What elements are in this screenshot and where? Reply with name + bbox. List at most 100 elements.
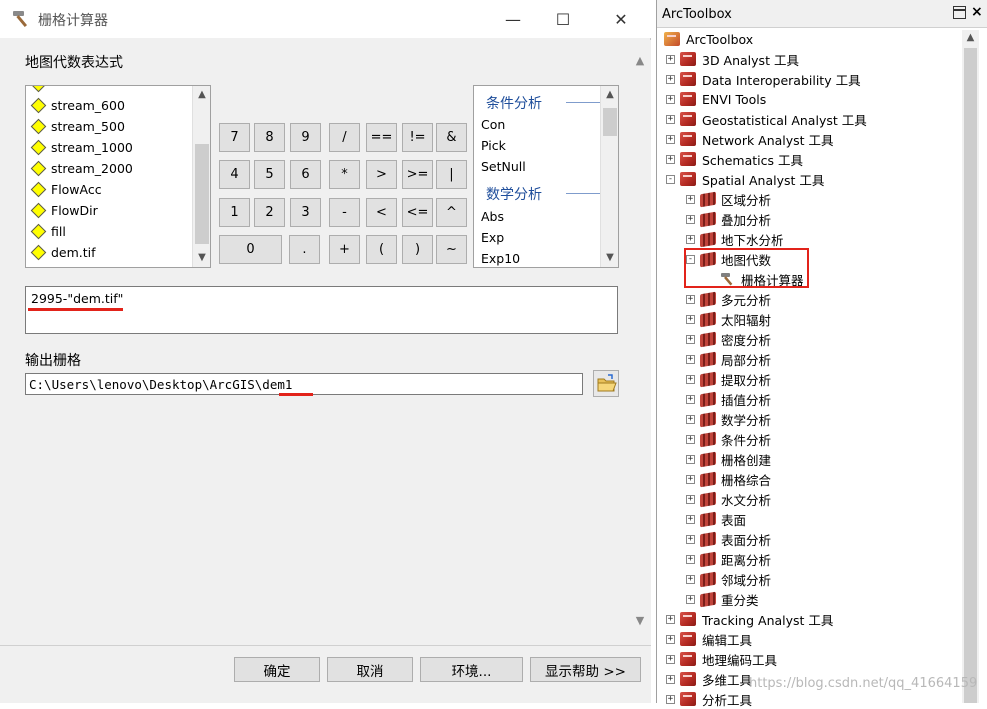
keypad-button[interactable]: - — [329, 198, 360, 227]
minimize-button[interactable]: — — [490, 0, 536, 38]
cancel-button[interactable]: 取消 — [327, 657, 413, 682]
tree-toolbox[interactable]: + Schematics 工具 — [666, 149, 803, 169]
layer-item[interactable]: stream_500 — [30, 116, 125, 137]
scroll-thumb[interactable] — [603, 108, 617, 136]
keypad-button[interactable]: != — [402, 123, 433, 152]
expand-icon[interactable]: + — [686, 334, 695, 344]
keypad-button[interactable]: >= — [402, 160, 433, 189]
maximize-button[interactable]: ☐ — [540, 0, 586, 38]
keypad-button[interactable]: 9 — [290, 123, 321, 152]
keypad-button[interactable]: & — [436, 123, 467, 152]
tree-toolset[interactable]: + 表面分析 — [686, 529, 771, 549]
scroll-up-icon[interactable]: ▲ — [601, 86, 618, 104]
expand-icon[interactable]: + — [666, 134, 675, 144]
keypad-button[interactable]: 7 — [219, 123, 250, 152]
tree-toolset[interactable]: + 叠加分析 — [686, 209, 771, 229]
scroll-thumb[interactable] — [964, 48, 977, 703]
keypad-button[interactable]: + — [329, 235, 360, 264]
keypad-button[interactable]: > — [366, 160, 397, 189]
keypad-button[interactable]: 1 — [219, 198, 250, 227]
tree-toolset[interactable]: + 数学分析 — [686, 409, 771, 429]
tree-toolbox[interactable]: + 地理编码工具 — [666, 649, 777, 669]
tree-toolset[interactable]: + 太阳辐射 — [686, 309, 771, 329]
expand-icon[interactable]: + — [686, 534, 695, 544]
expand-icon[interactable]: + — [666, 74, 675, 84]
keypad-button[interactable]: * — [329, 160, 360, 189]
expand-icon[interactable]: + — [686, 194, 695, 204]
output-raster-input[interactable] — [25, 373, 583, 395]
browse-folder-button[interactable] — [593, 370, 619, 397]
tree-toolbox[interactable]: + Geostatistical Analyst 工具 — [666, 109, 867, 129]
expand-icon[interactable]: + — [666, 154, 675, 164]
layer-item[interactable]: stream_2000 — [30, 158, 133, 179]
expand-icon[interactable]: + — [686, 454, 695, 464]
keypad-button[interactable]: . — [289, 235, 320, 264]
tree-toolbox[interactable]: + 多维工具 — [666, 669, 752, 689]
scroll-down-icon[interactable]: ▼ — [631, 614, 649, 627]
expand-icon[interactable]: + — [666, 54, 675, 64]
expand-icon[interactable]: + — [666, 654, 675, 664]
keypad-button[interactable]: 3 — [290, 198, 321, 227]
expand-icon[interactable]: + — [686, 574, 695, 584]
tree-root[interactable]: ArcToolbox — [664, 29, 753, 49]
tree-toolbox[interactable]: + ENVI Tools — [666, 89, 766, 109]
function-item[interactable]: Abs — [481, 209, 504, 224]
keypad-button[interactable]: <= — [402, 198, 433, 227]
tree-toolset[interactable]: + 局部分析 — [686, 349, 771, 369]
function-list-scrollbar[interactable]: ▲ ▼ — [600, 86, 618, 267]
keypad-button[interactable]: 2 — [254, 198, 285, 227]
scroll-up-icon[interactable]: ▲ — [962, 32, 979, 43]
expand-icon[interactable]: + — [686, 354, 695, 364]
scroll-up-icon[interactable]: ▲ — [193, 86, 210, 104]
expand-icon[interactable]: + — [686, 374, 695, 384]
keypad-button[interactable]: < — [366, 198, 397, 227]
expand-icon[interactable]: + — [686, 394, 695, 404]
expand-icon[interactable]: + — [686, 474, 695, 484]
tree-toolset[interactable]: + 重分类 — [686, 589, 759, 609]
keypad-button[interactable]: 4 — [219, 160, 250, 189]
close-icon[interactable]: × — [971, 4, 983, 20]
tree-toolbox[interactable]: + 编辑工具 — [666, 629, 752, 649]
tree-toolset[interactable]: + 插值分析 — [686, 389, 771, 409]
tree-toolbox[interactable]: +3D Analyst 工具 — [666, 49, 799, 69]
function-item[interactable]: Exp — [481, 230, 504, 245]
expand-icon[interactable]: + — [666, 114, 675, 124]
tree-toolset[interactable]: + 水文分析 — [686, 489, 771, 509]
keypad-button[interactable]: 6 — [290, 160, 321, 189]
tree-toolbox-spatial-analyst[interactable]: - Spatial Analyst 工具 — [666, 169, 824, 189]
expand-icon[interactable]: + — [686, 214, 695, 224]
expand-icon[interactable]: + — [686, 554, 695, 564]
keypad-button[interactable]: ( — [366, 235, 397, 264]
close-button[interactable]: ✕ — [598, 0, 644, 38]
show-help-button[interactable]: 显示帮助 >> — [530, 657, 641, 682]
tree-toolset[interactable]: + 密度分析 — [686, 329, 771, 349]
scroll-down-icon[interactable]: ▼ — [193, 249, 210, 267]
keypad-button[interactable]: ^ — [436, 198, 467, 227]
tree-toolset[interactable]: + 邻域分析 — [686, 569, 771, 589]
expand-icon[interactable]: + — [686, 494, 695, 504]
layer-item[interactable]: stream_1000 — [30, 137, 133, 158]
layer-item[interactable]: fill — [30, 221, 66, 242]
tree-toolset[interactable]: + 条件分析 — [686, 429, 771, 449]
dialog-scrollbar[interactable]: ▲ ▼ — [631, 48, 649, 638]
collapse-icon[interactable]: - — [666, 174, 675, 184]
tree-toolbox[interactable]: + Network Analyst 工具 — [666, 129, 834, 149]
expand-icon[interactable]: + — [666, 674, 675, 684]
function-list[interactable]: 条件分析 Con Pick SetNull 数学分析 Abs Exp Exp10 ▲ ▼ — [473, 85, 619, 268]
tree-toolset[interactable]: + 地下水分析 — [686, 229, 784, 249]
keypad-button[interactable]: 5 — [254, 160, 285, 189]
scroll-thumb[interactable] — [195, 144, 209, 244]
tree-toolset[interactable]: + 栅格综合 — [686, 469, 771, 489]
expand-icon[interactable]: + — [686, 594, 695, 604]
scroll-down-icon[interactable]: ▼ — [601, 249, 618, 267]
tree-toolbox[interactable]: + 分析工具 — [666, 689, 752, 709]
layer-item[interactable]: stream_600 — [30, 95, 125, 116]
expand-icon[interactable]: + — [686, 234, 695, 244]
keypad-button[interactable]: 8 — [254, 123, 285, 152]
function-item[interactable]: SetNull — [481, 159, 526, 174]
scroll-up-icon[interactable]: ▲ — [631, 54, 649, 67]
keypad-button[interactable]: 0 — [219, 235, 282, 264]
layer-item[interactable]: FlowAcc — [30, 179, 102, 200]
tree-toolbox[interactable]: + Data Interoperability 工具 — [666, 69, 861, 89]
layer-item[interactable]: dem.tif — [30, 242, 96, 263]
